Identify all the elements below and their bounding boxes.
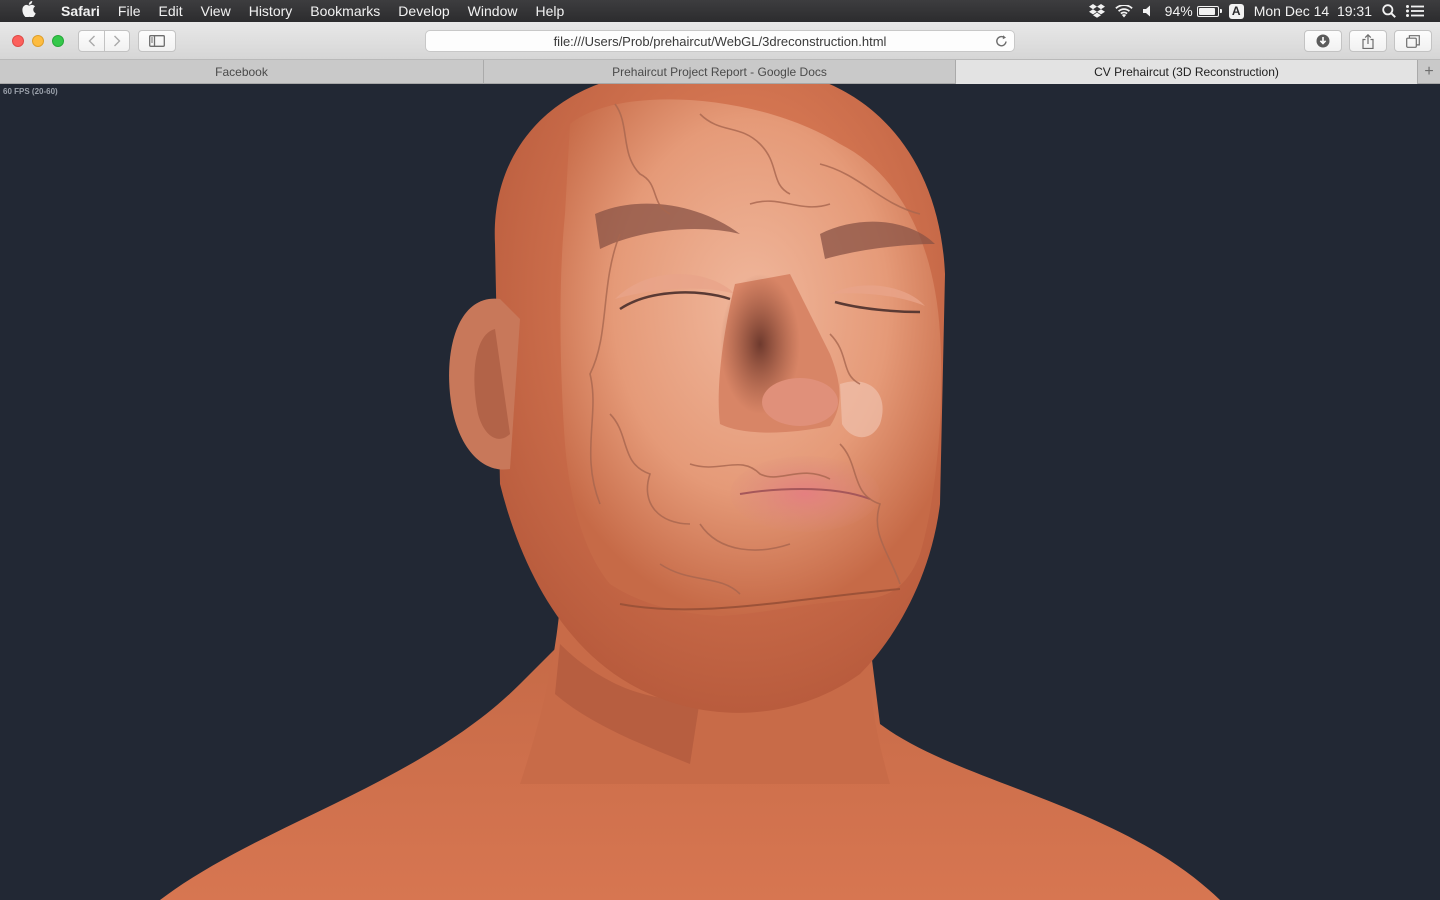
- share-button[interactable]: [1349, 30, 1387, 52]
- menu-window[interactable]: Window: [459, 0, 527, 22]
- show-all-tabs-button[interactable]: [1394, 30, 1432, 52]
- sidebar-toggle-button[interactable]: [138, 30, 176, 52]
- share-icon: [1362, 33, 1374, 49]
- fps-counter: 60 FPS (20-60): [3, 87, 58, 96]
- battery-status[interactable]: 94%: [1164, 3, 1222, 19]
- sidebar-icon: [149, 35, 165, 47]
- notification-center-icon[interactable]: [1406, 5, 1424, 17]
- volume-icon[interactable]: [1142, 5, 1155, 17]
- reload-icon[interactable]: [995, 34, 1008, 51]
- url-text: file:///Users/Prob/prehaircut/WebGL/3dre…: [553, 33, 887, 49]
- battery-icon: [1196, 5, 1222, 17]
- spotlight-search-icon[interactable]: [1382, 4, 1396, 18]
- browser-toolbar: file:///Users/Prob/prehaircut/WebGL/3dre…: [0, 22, 1440, 60]
- menu-edit[interactable]: Edit: [149, 0, 191, 22]
- status-area: 94% A Mon Dec 14 19:31: [1079, 0, 1440, 22]
- apple-menu-icon[interactable]: [18, 0, 40, 22]
- menu-help[interactable]: Help: [526, 0, 573, 22]
- menu-develop[interactable]: Develop: [389, 0, 458, 22]
- address-bar[interactable]: file:///Users/Prob/prehaircut/WebGL/3dre…: [425, 30, 1015, 52]
- menu-file[interactable]: File: [109, 0, 150, 22]
- tab-project-report[interactable]: Prehaircut Project Report - Google Docs: [484, 60, 956, 84]
- download-icon: [1316, 34, 1330, 48]
- forward-button[interactable]: [104, 31, 129, 51]
- tab-3d-reconstruction[interactable]: CV Prehaircut (3D Reconstruction): [956, 60, 1418, 84]
- window-fullscreen-button[interactable]: [52, 35, 64, 47]
- menu-bar: Safari File Edit View History Bookmarks …: [0, 0, 1440, 22]
- menu-view[interactable]: View: [192, 0, 240, 22]
- clock[interactable]: Mon Dec 14 19:31: [1254, 3, 1372, 19]
- downloads-button[interactable]: [1304, 30, 1342, 52]
- chevron-right-icon: [114, 35, 121, 47]
- window-close-button[interactable]: [12, 35, 24, 47]
- chevron-left-icon: [88, 35, 95, 47]
- nose-tip: [762, 378, 838, 426]
- wifi-icon[interactable]: [1114, 4, 1133, 18]
- menu-history[interactable]: History: [240, 0, 302, 22]
- menu-app-name[interactable]: Safari: [52, 0, 109, 22]
- window-minimize-button[interactable]: [32, 35, 44, 47]
- tab-facebook[interactable]: Facebook: [0, 60, 484, 84]
- battery-level-fill: [1198, 7, 1215, 15]
- tab-bar: Facebook Prehaircut Project Report - Goo…: [0, 60, 1440, 84]
- 3d-head-reconstruction[interactable]: [0, 84, 1440, 900]
- webgl-viewport[interactable]: 60 FPS (20-60): [0, 84, 1440, 900]
- battery-percent: 94%: [1164, 3, 1193, 19]
- input-source-icon[interactable]: A: [1228, 3, 1244, 19]
- new-tab-plus-icon[interactable]: +: [1418, 60, 1440, 84]
- tabs-overview-icon: [1406, 34, 1420, 48]
- navigation-buttons: [78, 30, 130, 52]
- menu-bookmarks[interactable]: Bookmarks: [301, 0, 389, 22]
- back-button[interactable]: [79, 31, 104, 51]
- dropbox-icon[interactable]: [1088, 4, 1105, 18]
